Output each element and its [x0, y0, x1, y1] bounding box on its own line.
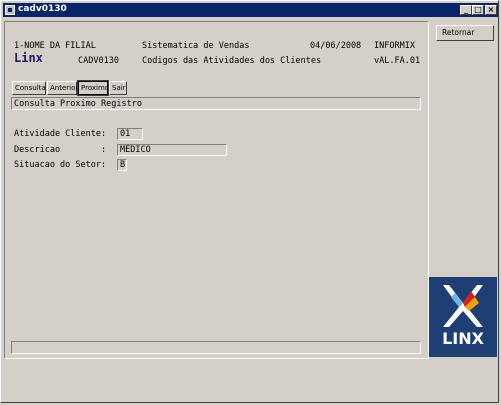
system-name: Sistematica de Vendas [142, 41, 250, 51]
database-label: INFORMIX [374, 41, 415, 51]
screen-title: Codigos das Atividades dos Clientes [142, 56, 322, 66]
minimize-button[interactable]: _ [460, 5, 472, 15]
linx-logo-text: LINX [442, 329, 484, 348]
retornar-button[interactable]: Retornar [436, 25, 494, 41]
window-title: cadv0130 [18, 4, 67, 14]
situacao-label: Situacao do Setor: [14, 160, 107, 170]
company-name: 1-NOME DA FILIAL [14, 41, 96, 51]
bottom-status-bar [11, 341, 421, 354]
atividade-label: Atividade Cliente: [14, 129, 107, 139]
main-panel [4, 21, 429, 359]
status-message: Consulta Proximo Registro [14, 99, 142, 109]
menu-sair[interactable]: Sair [109, 81, 127, 95]
app-window: cadv0130 _ □ × 1-NOME DA FILIAL Sistemat… [0, 0, 499, 403]
close-button[interactable]: × [485, 5, 497, 15]
title-bar[interactable]: cadv0130 _ □ × [3, 3, 498, 17]
maximize-button[interactable]: □ [472, 5, 484, 15]
date-label: 04/06/2008 [310, 41, 362, 51]
menu-anterior[interactable]: Anterior [47, 81, 78, 95]
descricao-field[interactable]: MEDICO [117, 144, 227, 156]
version-label: vAL.FA.01 [374, 56, 421, 66]
situacao-field[interactable]: B [117, 159, 127, 171]
app-icon [5, 5, 15, 15]
app-name: Linx [14, 51, 43, 65]
menu-consulta[interactable]: Consulta [12, 81, 46, 95]
linx-logo: LINX [429, 277, 497, 357]
descricao-label: Descricao : [14, 145, 107, 155]
program-code: CADV0130 [78, 56, 119, 66]
linx-logo-mark-icon [443, 285, 483, 327]
menu-proximo[interactable]: Proximo [77, 80, 109, 96]
status-line: Consulta Proximo Registro [11, 97, 421, 110]
atividade-field[interactable]: 01 [117, 128, 143, 140]
